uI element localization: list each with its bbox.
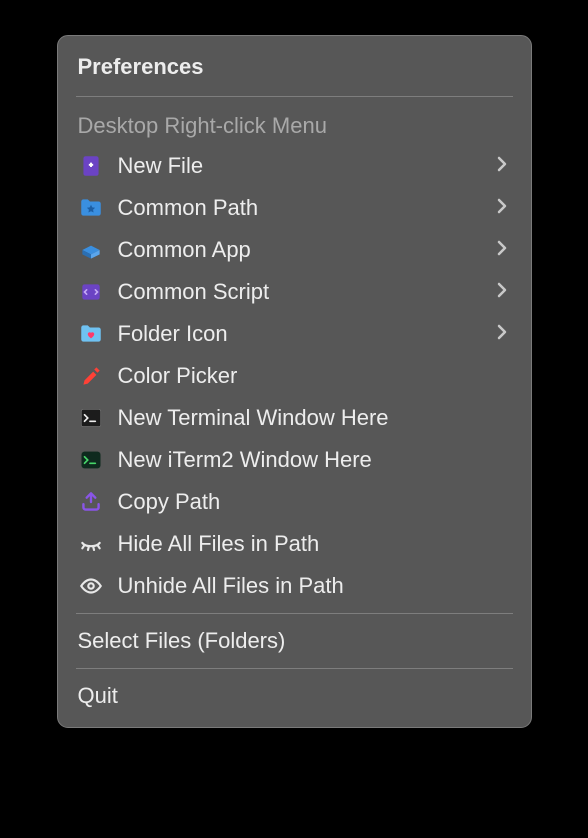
chevron-right-icon <box>497 281 507 304</box>
menu-item-label: Common App <box>118 237 497 263</box>
menu-item-common-app[interactable]: Common App <box>58 229 531 271</box>
menu-item-label: Common Script <box>118 279 497 305</box>
menu-item-folder-icon[interactable]: Folder Icon <box>58 313 531 355</box>
menu-item-common-path[interactable]: Common Path <box>58 187 531 229</box>
preferences-item[interactable]: Preferences <box>58 44 531 90</box>
chevron-right-icon <box>497 239 507 262</box>
section-title: Desktop Right-click Menu <box>78 113 327 139</box>
menu-item-quit[interactable]: Quit <box>58 675 531 717</box>
menu-item-label: Common Path <box>118 195 497 221</box>
file-plus-icon <box>76 153 106 179</box>
menu-item-label: New File <box>118 153 497 179</box>
menu-item-hide-files[interactable]: Hide All Files in Path <box>58 523 531 565</box>
divider <box>76 668 513 669</box>
copy-path-icon <box>76 489 106 515</box>
menu-item-new-iterm2[interactable]: New iTerm2 Window Here <box>58 439 531 481</box>
menu-item-label: Folder Icon <box>118 321 497 347</box>
script-icon <box>76 279 106 305</box>
eye-closed-icon <box>76 531 106 557</box>
menu-item-copy-path[interactable]: Copy Path <box>58 481 531 523</box>
preferences-label: Preferences <box>78 54 204 80</box>
eyedropper-icon <box>76 363 106 389</box>
quit-label: Quit <box>78 683 511 709</box>
select-files-label: Select Files (Folders) <box>78 628 511 654</box>
section-header: Desktop Right-click Menu <box>58 103 531 145</box>
menu-item-label: Color Picker <box>118 363 511 389</box>
folder-star-icon <box>76 195 106 221</box>
folder-heart-icon <box>76 321 106 347</box>
menu-item-select-files[interactable]: Select Files (Folders) <box>58 620 531 662</box>
divider <box>76 613 513 614</box>
chevron-right-icon <box>497 155 507 178</box>
context-menu: Preferences Desktop Right-click Menu New… <box>57 35 532 728</box>
iterm2-icon <box>76 447 106 473</box>
menu-item-label: Copy Path <box>118 489 511 515</box>
menu-item-label: New iTerm2 Window Here <box>118 447 511 473</box>
chevron-right-icon <box>497 323 507 346</box>
chevron-right-icon <box>497 197 507 220</box>
divider <box>76 96 513 97</box>
terminal-icon <box>76 405 106 431</box>
menu-item-new-file[interactable]: New File <box>58 145 531 187</box>
menu-item-new-terminal[interactable]: New Terminal Window Here <box>58 397 531 439</box>
menu-item-color-picker[interactable]: Color Picker <box>58 355 531 397</box>
menu-item-label: Hide All Files in Path <box>118 531 511 557</box>
menu-item-label: Unhide All Files in Path <box>118 573 511 599</box>
app-icon <box>76 237 106 263</box>
menu-item-unhide-files[interactable]: Unhide All Files in Path <box>58 565 531 607</box>
menu-item-common-script[interactable]: Common Script <box>58 271 531 313</box>
eye-open-icon <box>76 573 106 599</box>
menu-item-label: New Terminal Window Here <box>118 405 511 431</box>
